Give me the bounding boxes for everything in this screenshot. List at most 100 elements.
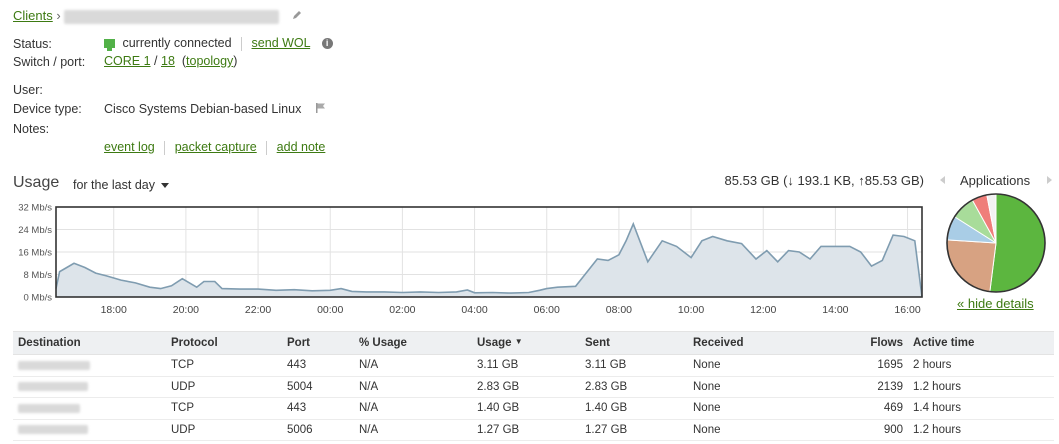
info-icon[interactable]: i [321,38,333,50]
cell-pct: N/A [354,376,472,398]
col-destination[interactable]: Destination [13,331,166,355]
table-row[interactable]: UDP 5004 N/A 2.83 GB 2.83 GB None 2139 1.2 hour… [13,376,1054,398]
switch-port-value: CORE 1 / 18 (topology) [104,54,237,68]
topology-link[interactable]: topology [186,54,233,68]
col-usage[interactable]: Usage ▼ [472,331,580,355]
status-label: Status: [13,37,52,51]
destination-redacted [18,382,88,392]
cell-flows: 900 [832,419,908,441]
breadcrumb-clients-link[interactable]: Clients [13,8,53,23]
cell-port: 5006 [282,419,354,441]
paren-close: ) [233,54,238,68]
usage-title: Usage [13,174,60,191]
period-dropdown[interactable]: for the last day [73,178,170,192]
device-type-label: Device type: [13,102,82,116]
packet-capture-link[interactable]: packet capture [175,140,257,154]
caret-down-icon [161,183,170,189]
usage-chart[interactable]: 0 Mb/s 8 Mb/s 16 Mb/s 24 Mb/s 32 Mb/s 18:00 20… [0,200,930,320]
table-row[interactable]: TCP 443 N/A 1.40 GB 1.40 GB None 469 1.4 hours [13,397,1054,420]
destination-cell[interactable] [13,397,166,420]
x-tick-label: 02:00 [389,304,415,316]
client-name-redacted [64,9,280,24]
pie-slice[interactable] [946,239,997,293]
cell-sent: 1.40 GB [580,397,688,420]
destinations-table: Destination Protocol Port % Usage Usage … [13,331,1054,441]
cell-sent: 2.83 GB [580,376,688,398]
usage-total: 85.53 GB (↓ 193.1 KB, ↑85.53 GB) [725,173,924,188]
flag-icon[interactable] [315,102,327,117]
divider [241,36,243,51]
x-tick-label: 08:00 [606,304,632,316]
destination-cell[interactable] [13,376,166,398]
x-tick-label: 00:00 [317,304,343,316]
cell-active: 1.2 hours [908,376,1054,398]
col-port[interactable]: Port [282,331,354,355]
col-flows[interactable]: Flows [832,331,908,355]
cell-sent: 3.11 GB [580,354,688,377]
cell-received: None [688,397,832,420]
cell-protocol: UDP [166,376,282,398]
x-tick-label: 18:00 [101,304,127,316]
x-tick-label: 22:00 [245,304,271,316]
x-tick-label: 14:00 [822,304,848,316]
col-active-time[interactable]: Active time [908,331,1054,355]
col-pct-usage[interactable]: % Usage [354,331,472,355]
hide-details-link[interactable]: « hide details [957,296,1034,311]
cell-protocol: UDP [166,419,282,441]
event-log-link[interactable]: event log [104,140,155,154]
cell-received: None [688,354,832,377]
y-tick-label: 16 Mb/s [18,248,52,259]
status-text: currently connected [122,36,232,50]
table-row[interactable]: UDP 5006 N/A 1.27 GB 1.27 GB None 900 1.2 hours [13,419,1054,441]
y-tick-label: 32 Mb/s [18,203,52,214]
usage-down: 193.1 KB, [793,173,859,188]
col-usage-label: Usage [477,337,512,349]
cell-usage: 2.83 GB [472,376,580,398]
destination-redacted [18,360,90,370]
cell-usage: 3.11 GB [472,354,580,377]
cell-active: 1.4 hours [908,397,1054,420]
y-tick-label: 24 Mb/s [18,225,52,236]
cell-usage: 1.40 GB [472,397,580,420]
add-note-link[interactable]: add note [277,140,326,154]
y-tick-label: 8 Mb/s [23,270,52,281]
pie-slice[interactable] [989,193,1046,293]
applications-header: Applications [940,173,1052,189]
destination-cell[interactable] [13,354,166,377]
destination-cell[interactable] [13,419,166,441]
cell-flows: 1695 [832,354,908,377]
cell-pct: N/A [354,419,472,441]
device-type-value: Cisco Systems Debian-based Linux [104,102,302,116]
switch-link[interactable]: CORE 1 [104,54,151,68]
cell-port: 443 [282,354,354,377]
col-received[interactable]: Received [688,331,832,355]
cell-port: 443 [282,397,354,420]
applications-pie-chart[interactable] [944,191,1048,295]
cell-flows: 469 [832,397,908,420]
usage-total-prefix: 85.53 GB ( [724,173,788,188]
cell-active: 1.2 hours [908,419,1054,441]
paren-open: ( [178,54,187,68]
switch-port-label: Switch / port: [13,55,86,69]
usage-up: 85.53 GB) [864,173,924,188]
user-label: User: [13,83,43,97]
col-protocol[interactable]: Protocol [166,331,282,355]
breadcrumb-separator: › [56,8,61,23]
col-sent[interactable]: Sent [580,331,688,355]
device-type-row: Cisco Systems Debian-based Linux [104,102,327,117]
cell-pct: N/A [354,354,472,377]
next-arrow-icon[interactable] [1047,176,1052,184]
prev-arrow-icon[interactable] [940,176,945,184]
divider [164,140,166,155]
cell-received: None [688,419,832,441]
send-wol-link[interactable]: send WOL [252,36,311,50]
x-tick-label: 10:00 [678,304,704,316]
x-tick-label: 16:00 [894,304,920,316]
cell-protocol: TCP [166,354,282,377]
edit-icon[interactable] [291,9,303,24]
cell-protocol: TCP [166,397,282,420]
action-links: event log packet capture add note [104,140,325,155]
sort-desc-icon: ▼ [514,337,523,346]
port-link[interactable]: 18 [161,54,175,68]
table-row[interactable]: TCP 443 N/A 3.11 GB 3.11 GB None 1695 2 hours [13,354,1054,377]
